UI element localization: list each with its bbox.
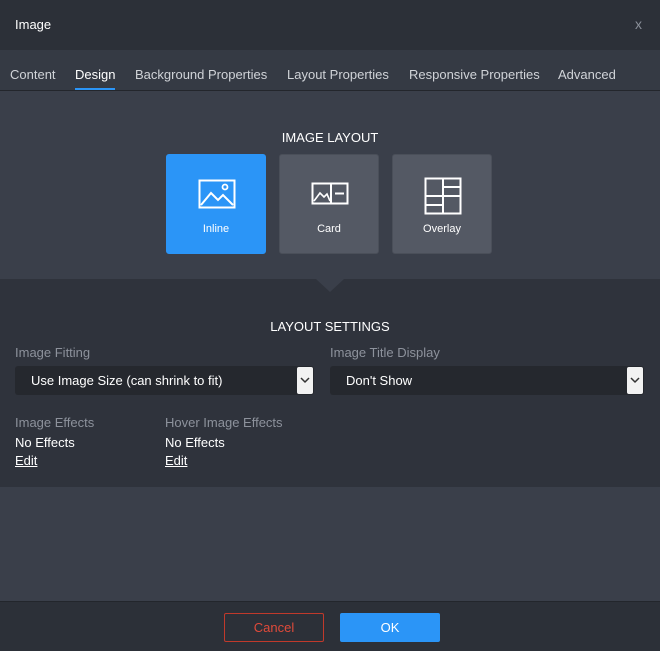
image-fitting-select[interactable]: Use Image Size (can shrink to fit)	[15, 366, 314, 395]
image-effects-edit-link[interactable]: Edit	[15, 453, 37, 468]
image-icon	[198, 179, 236, 209]
image-layout-heading: IMAGE LAYOUT	[281, 130, 379, 145]
dialog-title: Image	[15, 17, 52, 32]
image-effects-value: No Effects	[15, 435, 75, 450]
layout-option-inline[interactable]: Inline	[166, 154, 266, 254]
cancel-button[interactable]: Cancel	[224, 613, 324, 642]
layout-option-inline-label: Inline	[202, 223, 230, 235]
dialog-footer: Cancel OK	[0, 601, 660, 651]
tab-design[interactable]: Design	[75, 67, 116, 90]
layout-option-card-label: Card	[317, 223, 341, 235]
close-icon[interactable]: x	[635, 16, 642, 32]
layout-option-overlay-label: Overlay	[423, 223, 461, 235]
layout-option-card[interactable]: Card	[279, 154, 379, 254]
image-fitting-value: Use Image Size (can shrink to fit)	[31, 373, 223, 388]
image-title-display-select[interactable]: Don't Show	[330, 366, 644, 395]
ok-button[interactable]: OK	[340, 613, 440, 642]
overlay-layout-icon	[424, 177, 462, 215]
tab-advanced[interactable]: Advanced	[558, 67, 616, 82]
tab-responsive-properties[interactable]: Responsive Properties	[409, 67, 540, 82]
dialog-titlebar: Image x	[0, 0, 660, 50]
chevron-down-icon	[297, 367, 313, 394]
image-fitting-label: Image Fitting	[15, 345, 91, 360]
tab-background-properties[interactable]: Background Properties	[135, 67, 267, 82]
image-effects-label: Image Effects	[15, 415, 95, 430]
layout-option-overlay[interactable]: Overlay	[392, 154, 492, 254]
tab-layout-properties[interactable]: Layout Properties	[287, 67, 389, 82]
hover-image-effects-label: Hover Image Effects	[165, 415, 283, 430]
section-pointer	[316, 279, 344, 292]
card-layout-icon	[311, 182, 349, 205]
hover-image-effects-value: No Effects	[165, 435, 225, 450]
tab-bar: Content Design Background Properties Lay…	[0, 50, 660, 91]
image-title-display-label: Image Title Display	[330, 345, 440, 360]
chevron-down-icon	[627, 367, 643, 394]
tab-content[interactable]: Content	[10, 67, 56, 82]
hover-image-effects-edit-link[interactable]: Edit	[165, 453, 187, 468]
image-title-display-value: Don't Show	[346, 373, 413, 388]
layout-settings-heading: LAYOUT SETTINGS	[270, 319, 390, 334]
